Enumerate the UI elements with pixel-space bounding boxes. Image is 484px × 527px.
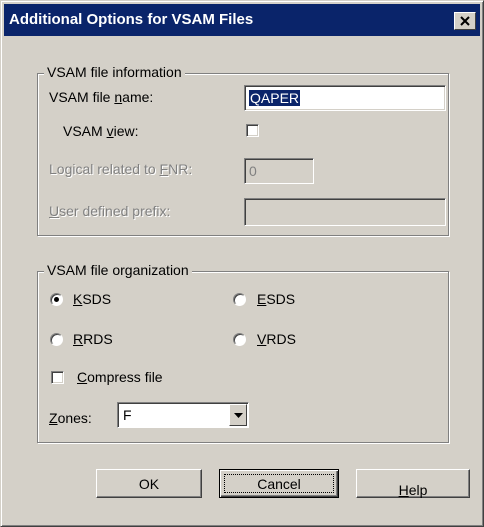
esds-radio[interactable] [233, 293, 246, 306]
ok-button[interactable]: OK [96, 469, 202, 498]
help-button[interactable]: Help [356, 469, 470, 498]
close-button[interactable] [454, 12, 476, 30]
chevron-down-icon [234, 413, 243, 418]
vsam-view-checkbox[interactable] [246, 124, 259, 137]
compress-file-checkbox[interactable] [51, 371, 64, 384]
logical-related-input[interactable]: 0 [244, 158, 314, 184]
file-info-group-label: VSAM file information [44, 64, 185, 80]
esds-label[interactable]: ESDS [257, 291, 295, 307]
file-organization-group-label: VSAM file organization [44, 262, 192, 278]
radio-selected-dot [54, 297, 59, 302]
zones-dropdown[interactable]: F [117, 402, 249, 428]
logical-related-label: Logical related to FNR: [49, 161, 193, 177]
zones-label: Zones: [49, 410, 92, 426]
logical-related-value: 0 [249, 163, 257, 179]
vrds-radio[interactable] [233, 333, 246, 346]
ksds-label[interactable]: KSDS [73, 291, 111, 307]
user-prefix-input[interactable] [244, 198, 446, 226]
vsam-options-dialog: Additional Options for VSAM Files VSAM f… [0, 0, 484, 527]
file-name-label: VSAM file name: [49, 89, 154, 105]
ksds-radio[interactable] [50, 293, 63, 306]
file-name-value: QAPER [249, 90, 301, 106]
window-title: Additional Options for VSAM Files [9, 11, 254, 28]
vrds-label[interactable]: VRDS [257, 331, 296, 347]
user-prefix-label: User defined prefix: [49, 203, 171, 219]
vsam-view-label: VSAM view: [63, 123, 139, 139]
cancel-button[interactable]: Cancel [219, 469, 339, 498]
rrds-label[interactable]: RRDS [73, 331, 113, 347]
file-name-input[interactable]: QAPER [244, 85, 446, 111]
compress-file-label[interactable]: Compress file [77, 369, 163, 385]
rrds-radio[interactable] [50, 333, 63, 346]
close-icon [460, 16, 470, 26]
title-bar[interactable]: Additional Options for VSAM Files [4, 4, 480, 36]
zones-value: F [123, 407, 132, 423]
zones-dropdown-button[interactable] [229, 404, 247, 426]
